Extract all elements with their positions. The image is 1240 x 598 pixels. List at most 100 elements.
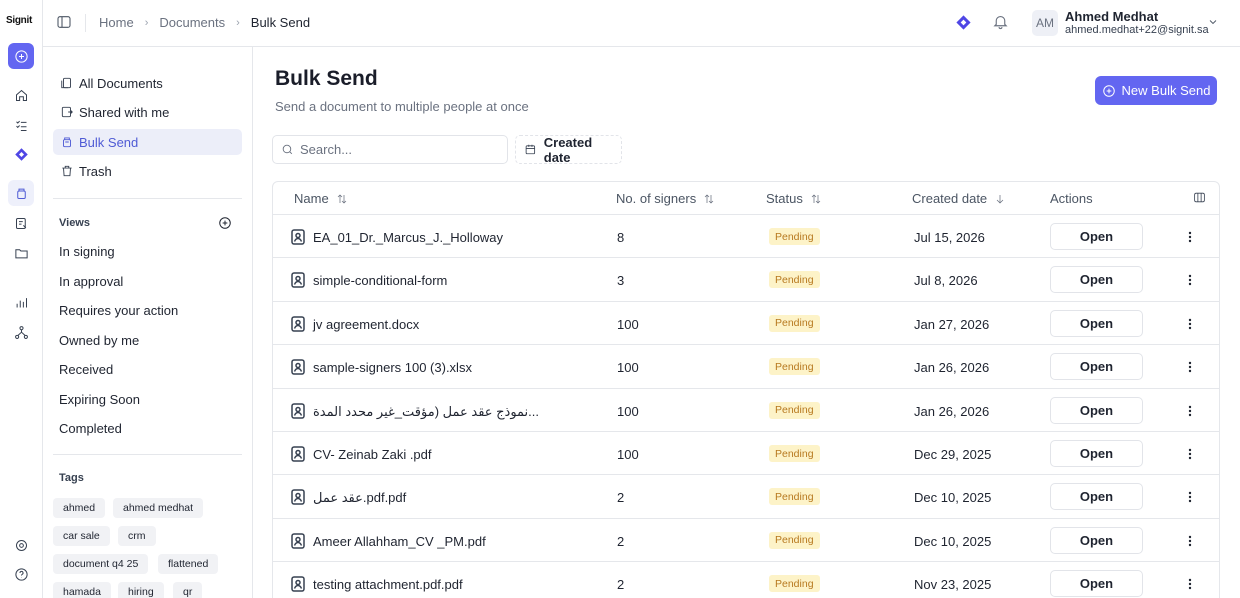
- sidebar-item-trash[interactable]: Trash: [53, 158, 242, 184]
- more-actions-button[interactable]: [1183, 489, 1197, 505]
- open-button[interactable]: Open: [1050, 266, 1143, 294]
- new-bulk-send-button[interactable]: New Bulk Send: [1095, 76, 1217, 105]
- view-received[interactable]: Received: [59, 362, 113, 377]
- table-row[interactable]: simple-conditional-form 3 Pending Jul 8, 20…: [273, 258, 1219, 302]
- rail-tasks-button[interactable]: [8, 112, 34, 138]
- document-name[interactable]: testing attachment.pdf.pdf: [313, 577, 463, 592]
- status-badge: Pending: [769, 228, 820, 245]
- search-input[interactable]: [300, 142, 500, 157]
- more-actions-button[interactable]: [1183, 229, 1197, 245]
- tag-chip[interactable]: ahmed: [53, 498, 106, 518]
- rail-reports-button[interactable]: [8, 289, 34, 315]
- breadcrumb-documents[interactable]: Documents: [159, 15, 225, 30]
- plus-circle-icon: [219, 217, 231, 229]
- open-button[interactable]: Open: [1050, 440, 1143, 467]
- sidebar-item-all-documents[interactable]: All Documents: [53, 70, 242, 96]
- tags-title: Tags: [59, 472, 84, 484]
- notifications-button[interactable]: [992, 13, 1010, 31]
- open-button[interactable]: Open: [1050, 526, 1143, 554]
- document-name[interactable]: jv agreement.docx: [313, 317, 419, 332]
- document-name[interactable]: نموذج عقد عمل (مؤقت_غير محدد المدة...: [313, 404, 539, 420]
- avatar[interactable]: AM: [1032, 10, 1058, 36]
- table-row[interactable]: عقد عمل.pdf.pdf 2 Pending Dec 10, 2025 Open: [273, 475, 1219, 519]
- document-name[interactable]: Ameer Allahham_CV _PM.pdf: [313, 534, 486, 549]
- column-header-signers[interactable]: No. of signers: [616, 191, 715, 206]
- sidebar-toggle-button[interactable]: [56, 14, 74, 32]
- rail-folders-button[interactable]: [8, 240, 34, 266]
- tag-chip[interactable]: qr: [173, 582, 203, 598]
- table-row[interactable]: EA_01_Dr._Marcus_J._Holloway 8 Pending Jul …: [273, 215, 1219, 259]
- rail-templates-button[interactable]: [8, 210, 34, 236]
- view-expiring-soon[interactable]: Expiring Soon: [59, 392, 140, 407]
- tag-chip[interactable]: document q4 25: [53, 554, 149, 574]
- rail-workflows-button[interactable]: [8, 319, 34, 345]
- open-button[interactable]: Open: [1050, 396, 1143, 424]
- search-box[interactable]: [272, 135, 508, 164]
- tag-chip[interactable]: ahmed medhat: [113, 498, 204, 518]
- more-actions-button[interactable]: [1183, 359, 1197, 375]
- premium-button[interactable]: [955, 14, 973, 32]
- signit-logo[interactable]: Signit: [6, 15, 32, 26]
- created-date: Jul 15, 2026: [914, 230, 985, 245]
- status-badge: Pending: [769, 445, 820, 462]
- documents-stack-icon: [16, 188, 26, 199]
- document-name[interactable]: sample-signers 100 (3).xlsx: [313, 360, 472, 375]
- more-actions-button[interactable]: [1183, 272, 1197, 288]
- column-header-created-date[interactable]: Created date: [912, 191, 1006, 206]
- workflow-icon: [14, 325, 28, 339]
- tag-chip[interactable]: car sale: [53, 526, 110, 546]
- more-actions-button[interactable]: [1183, 576, 1197, 592]
- table-row[interactable]: testing attachment.pdf.pdf 2 Pending Nov 23…: [273, 562, 1219, 598]
- created-date: Dec 29, 2025: [914, 447, 992, 462]
- table-row[interactable]: نموذج عقد عمل (مؤقت_غير محدد المدة... 100…: [273, 389, 1219, 432]
- more-actions-button[interactable]: [1183, 316, 1197, 332]
- table-row[interactable]: CV- Zeinab Zaki .pdf 100 Pending Dec 29, 20…: [273, 432, 1219, 476]
- open-button[interactable]: Open: [1050, 353, 1143, 381]
- rail-home-button[interactable]: [8, 82, 34, 108]
- add-view-button[interactable]: [218, 216, 232, 230]
- document-icon: [291, 489, 305, 506]
- tag-chip[interactable]: hamada: [53, 582, 111, 598]
- open-button[interactable]: Open: [1050, 223, 1143, 250]
- create-button[interactable]: [8, 43, 34, 69]
- calendar-icon: [525, 144, 536, 155]
- tag-chip[interactable]: crm: [118, 526, 156, 546]
- rail-documents-button[interactable]: [8, 180, 34, 206]
- column-header-status[interactable]: Status: [766, 191, 822, 206]
- view-in-approval[interactable]: In approval: [59, 274, 123, 289]
- more-actions-button[interactable]: [1183, 533, 1197, 549]
- column-header-name[interactable]: Name: [294, 191, 348, 206]
- view-in-signing[interactable]: In signing: [59, 244, 115, 259]
- document-name[interactable]: عقد عمل.pdf.pdf: [313, 490, 406, 506]
- sidebar-item-bulk-send[interactable]: Bulk Send: [53, 129, 242, 155]
- tag-chip[interactable]: hiring: [118, 582, 164, 598]
- user-menu-button[interactable]: [1207, 16, 1221, 30]
- more-actions-button[interactable]: [1183, 403, 1197, 419]
- table-row[interactable]: jv agreement.docx 100 Pending Jan 27, 2026 O…: [273, 302, 1219, 346]
- rail-premium-button[interactable]: [8, 141, 34, 167]
- rail-help-button[interactable]: [8, 561, 34, 587]
- rail-settings-button[interactable]: [8, 532, 34, 558]
- open-button[interactable]: Open: [1050, 309, 1143, 337]
- document-name[interactable]: simple-conditional-form: [313, 273, 447, 288]
- breadcrumb-home[interactable]: Home: [99, 15, 134, 30]
- document-icon: [291, 316, 305, 332]
- view-completed[interactable]: Completed: [59, 421, 122, 436]
- table-row[interactable]: sample-signers 100 (3).xlsx 100 Pending Jan…: [273, 345, 1219, 389]
- columns-toggle-button[interactable]: [1193, 191, 1207, 205]
- document-name[interactable]: EA_01_Dr._Marcus_J._Holloway: [313, 230, 503, 245]
- view-requires-your-action[interactable]: Requires your action: [59, 303, 178, 318]
- created-date: Jul 8, 2026: [914, 273, 978, 289]
- open-button[interactable]: Open: [1050, 483, 1143, 511]
- document-name[interactable]: CV- Zeinab Zaki .pdf: [313, 447, 432, 462]
- folder-icon: [14, 248, 28, 258]
- table-row[interactable]: Ameer Allahham_CV _PM.pdf 2 Pending Dec 10,…: [273, 519, 1219, 563]
- tag-chip[interactable]: flattened: [158, 554, 219, 574]
- more-actions-button[interactable]: [1183, 446, 1197, 462]
- view-owned-by-me[interactable]: Owned by me: [59, 333, 139, 348]
- trash-icon: [62, 165, 72, 177]
- sidebar-item-shared-with-me[interactable]: Shared with me: [53, 99, 242, 125]
- user-name[interactable]: Ahmed Medhat: [1065, 9, 1158, 24]
- open-button[interactable]: Open: [1050, 570, 1143, 598]
- created-date-filter-button[interactable]: Created date: [515, 135, 622, 165]
